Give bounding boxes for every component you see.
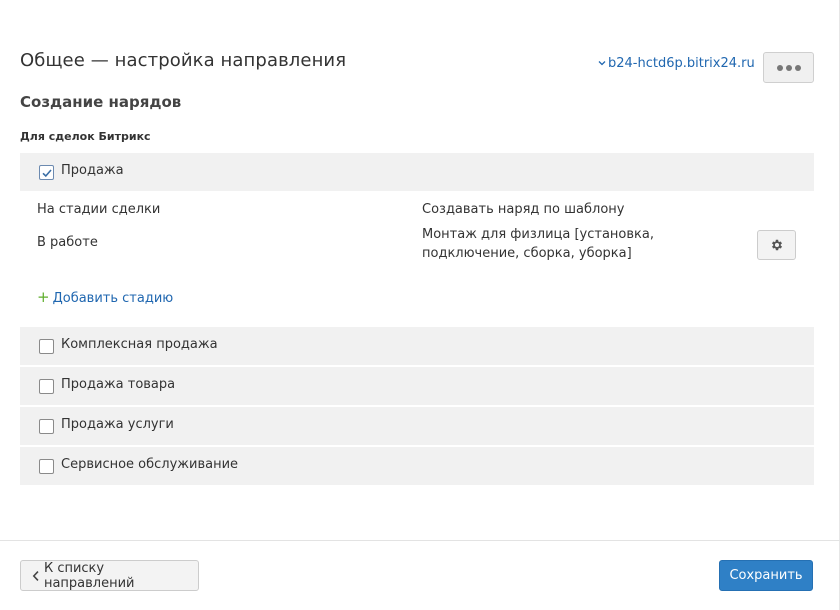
template-column-header: Создавать наряд по шаблону [422,202,625,217]
chevron-down-icon [598,56,606,69]
portal-link[interactable]: b24-hctd6p.bitrix24.ru [598,56,755,71]
stage-settings-button[interactable] [757,230,796,260]
add-stage-label: Добавить стадию [52,291,174,306]
deal-type-row-maintenance: Сервисное обслуживание [20,447,814,485]
section-title: Создание нарядов [20,93,182,111]
stage-template: Монтаж для физлица [установка, подключен… [422,227,655,261]
checkmark-icon [42,169,52,178]
gear-icon [771,239,782,251]
add-stage-link[interactable]: + Добавить стадию [37,288,173,306]
deal-type-label: Комплексная продажа [61,337,218,352]
chevron-left-icon [32,570,39,581]
page-header: Общее — настройка направления b24-hctd6p… [20,48,816,84]
stage-name: В работе [37,235,98,250]
stages-column-header: На стадии сделки [37,202,161,217]
footer-divider [0,540,840,541]
deal-type-checkbox-product-sale[interactable] [39,379,54,394]
deal-type-label: Продажа [61,163,124,178]
subsection-label: Для сделок Битрикс [20,130,151,143]
save-button[interactable]: Сохранить [719,560,813,591]
deal-type-checkbox-sale[interactable] [39,165,54,180]
deal-type-row-sale: Продажа [20,153,814,191]
deal-type-row-service-sale: Продажа услуги [20,407,814,445]
deal-type-label: Продажа товара [61,377,176,392]
more-dots-icon [776,64,783,71]
more-button[interactable] [763,52,814,83]
deal-type-checkbox-maintenance[interactable] [39,459,54,474]
page-title: Общее — настройка направления [20,50,347,71]
more-dot [785,64,792,71]
deal-type-checkbox-complex-sale[interactable] [39,339,54,354]
back-to-list-button[interactable]: К списку направлений [20,560,199,591]
plus-icon: + [37,288,50,306]
deal-type-checkbox-service-sale[interactable] [39,419,54,434]
back-button-label: К списку направлений [43,560,135,591]
deal-type-label: Продажа услуги [61,417,174,432]
deal-type-label: Сервисное обслуживание [61,457,239,472]
portal-link-label: b24-hctd6p.bitrix24.ru [608,56,755,71]
deal-type-row-complex-sale: Комплексная продажа [20,327,814,365]
deal-type-row-product-sale: Продажа товара [20,367,814,405]
more-dot [794,64,801,71]
